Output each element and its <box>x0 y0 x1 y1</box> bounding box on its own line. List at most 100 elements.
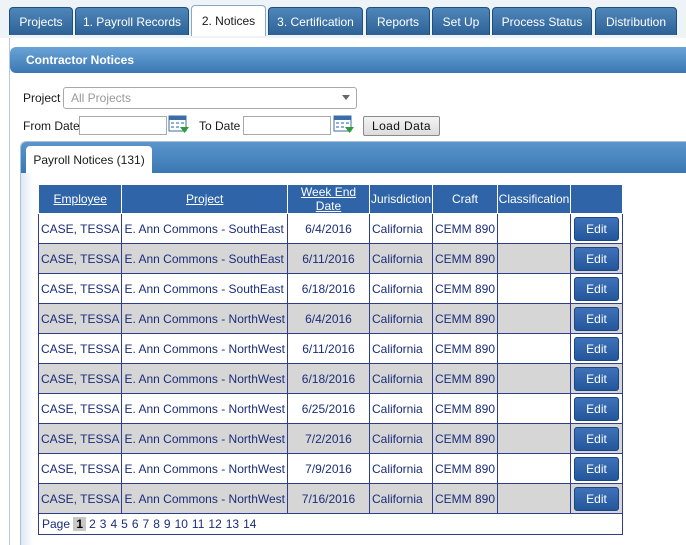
cell-craft: CEMM 890 <box>431 213 499 244</box>
from-date-input[interactable] <box>79 116 167 135</box>
cell-jurisdiction: California <box>368 213 433 244</box>
cell-jurisdiction: California <box>368 483 433 514</box>
cell-jurisdiction: California <box>368 363 433 394</box>
cell-week-end-date: 7/16/2016 <box>286 483 370 514</box>
table-row: CASE, TESSA E. Ann Commons - NorthWest 6/1… <box>37 333 624 364</box>
edit-button[interactable]: Edit <box>574 396 620 421</box>
cell-project: E. Ann Commons - NorthWest <box>121 423 288 454</box>
edit-button[interactable]: Edit <box>574 366 620 391</box>
cell-classification <box>497 243 572 274</box>
cell-week-end-date: 6/11/2016 <box>286 333 370 364</box>
project-select[interactable]: All Projects <box>63 87 357 109</box>
cell-craft: CEMM 890 <box>431 393 499 424</box>
tab-certification[interactable]: 3. Certification <box>268 7 363 35</box>
edit-button[interactable]: Edit <box>574 486 620 511</box>
table-row: CASE, TESSA E. Ann Commons - SouthEast 6/1… <box>37 243 624 274</box>
page-link[interactable]: 1 <box>73 517 87 531</box>
tab-projects[interactable]: Projects <box>9 7 73 35</box>
cell-jurisdiction: California <box>368 333 433 364</box>
tab-set-up[interactable]: Set Up <box>432 7 490 35</box>
cell-action: Edit <box>570 213 624 244</box>
panel-tab-label: Payroll Notices (131) <box>33 152 145 167</box>
page-link[interactable]: 8 <box>152 517 161 531</box>
cell-employee: CASE, TESSA <box>37 423 123 454</box>
cell-employee: CASE, TESSA <box>37 243 123 274</box>
tab-label: 2. Notices <box>201 14 256 28</box>
cell-craft: CEMM 890 <box>431 483 499 514</box>
page-link[interactable]: 3 <box>99 517 108 531</box>
page-link[interactable]: 4 <box>109 517 118 531</box>
cell-project: E. Ann Commons - NorthWest <box>121 393 288 424</box>
cell-classification <box>497 273 572 304</box>
edit-button[interactable]: Edit <box>574 456 620 481</box>
cell-action: Edit <box>570 393 624 424</box>
page-link[interactable]: 6 <box>131 517 140 531</box>
cell-classification <box>497 363 572 394</box>
tab-process-status[interactable]: Process Status <box>492 7 592 35</box>
column-header-project[interactable]: Project <box>121 184 288 214</box>
page-link[interactable]: 11 <box>191 517 205 531</box>
edit-button[interactable]: Edit <box>574 306 620 331</box>
cell-employee: CASE, TESSA <box>37 333 123 364</box>
column-header-week-end-date[interactable]: Week End Date <box>286 184 370 214</box>
cell-employee: CASE, TESSA <box>37 363 123 394</box>
table-row: CASE, TESSA E. Ann Commons - NorthWest 7/9… <box>37 453 624 484</box>
page-link[interactable]: 5 <box>120 517 129 531</box>
page-link[interactable]: 7 <box>142 517 151 531</box>
edit-button[interactable]: Edit <box>574 246 620 271</box>
table-row: CASE, TESSA E. Ann Commons - NorthWest 7/2… <box>37 423 624 454</box>
cell-classification <box>497 303 572 334</box>
page-link[interactable]: 2 <box>88 517 97 531</box>
tab-label: Projects <box>19 14 63 29</box>
cell-action: Edit <box>570 333 624 364</box>
cell-project: E. Ann Commons - NorthWest <box>121 363 288 394</box>
tab-distribution[interactable]: Distribution <box>595 7 677 35</box>
page-link[interactable]: 14 <box>242 517 257 531</box>
tab-payroll-notices[interactable]: Payroll Notices (131) <box>26 146 152 173</box>
cell-craft: CEMM 890 <box>431 333 499 364</box>
page-link[interactable]: 9 <box>163 517 172 531</box>
tab-label: 3. Certification <box>277 14 354 29</box>
cell-jurisdiction: California <box>368 393 433 424</box>
cell-jurisdiction: California <box>368 453 433 484</box>
tab-payroll-records[interactable]: 1. Payroll Records <box>75 7 189 35</box>
cell-project: E. Ann Commons - SouthEast <box>121 243 288 274</box>
cell-employee: CASE, TESSA <box>37 273 123 304</box>
pager: Page 1 2 3 4 5 6 7 8 9 10 11 12 13 14 <box>37 513 624 535</box>
table-row: CASE, TESSA E. Ann Commons - NorthWest 6/1… <box>37 363 624 394</box>
page-link[interactable]: 13 <box>225 517 240 531</box>
section-title: Contractor Notices <box>10 47 686 73</box>
tab-notices[interactable]: 2. Notices <box>191 5 266 36</box>
calendar-icon[interactable] <box>333 114 355 135</box>
cell-craft: CEMM 890 <box>431 423 499 454</box>
column-header-craft: Craft <box>431 184 499 214</box>
cell-classification <box>497 423 572 454</box>
edit-button[interactable]: Edit <box>574 216 620 241</box>
edit-button[interactable]: Edit <box>574 426 620 451</box>
cell-classification <box>497 393 572 424</box>
to-date-input[interactable] <box>243 116 331 135</box>
cell-craft: CEMM 890 <box>431 363 499 394</box>
cell-classification <box>497 213 572 244</box>
edit-button[interactable]: Edit <box>574 336 620 361</box>
page-link[interactable]: 12 <box>207 517 222 531</box>
cell-classification <box>497 333 572 364</box>
load-data-button[interactable]: Load Data <box>363 116 440 136</box>
tab-label: Process Status <box>501 14 583 29</box>
tab-label: 1. Payroll Records <box>82 14 182 29</box>
notices-grid: Employee Project Week End Date Jurisdict… <box>37 184 624 535</box>
table-row: CASE, TESSA E. Ann Commons - SouthEast 6/1… <box>37 273 624 304</box>
pager-label: Page <box>42 517 71 531</box>
column-header-action <box>570 184 624 214</box>
calendar-icon[interactable] <box>168 114 190 135</box>
cell-week-end-date: 7/9/2016 <box>286 453 370 484</box>
column-header-employee[interactable]: Employee <box>37 184 123 214</box>
cell-week-end-date: 6/4/2016 <box>286 303 370 334</box>
project-label: Project <box>23 91 61 105</box>
edit-button[interactable]: Edit <box>574 276 620 301</box>
cell-craft: CEMM 890 <box>431 453 499 484</box>
tab-reports[interactable]: Reports <box>366 7 430 35</box>
page-link[interactable]: 10 <box>174 517 189 531</box>
table-row: CASE, TESSA E. Ann Commons - NorthWest 6/2… <box>37 393 624 424</box>
cell-action: Edit <box>570 483 624 514</box>
